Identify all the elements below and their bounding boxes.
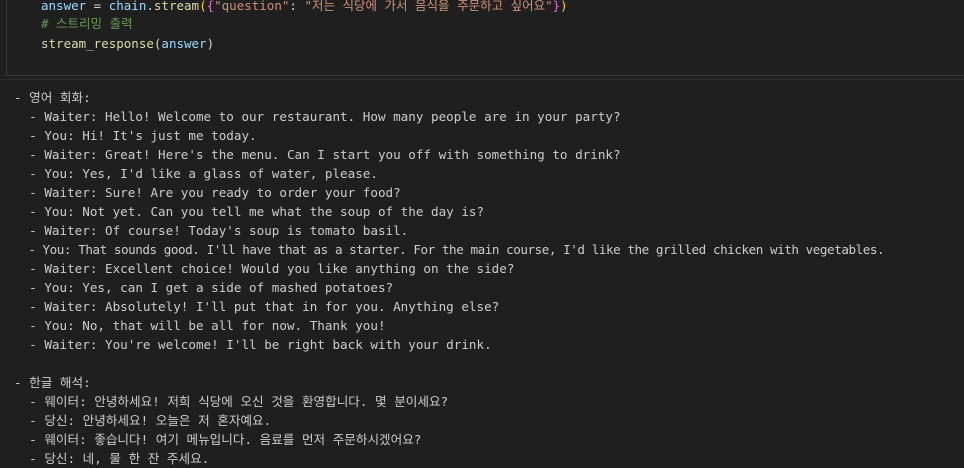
- code-token-object: chain: [108, 0, 147, 13]
- output-line: - You: No, that will be all for now. Tha…: [14, 318, 386, 333]
- output-line: - 웨이터: 좋습니다! 여기 메뉴입니다. 음료를 먼저 주문하시겠어요?: [14, 432, 422, 447]
- code-token-colon: :: [289, 0, 305, 13]
- output-line: - 당신: 안녕하세요! 오늘은 저 혼자예요.: [14, 413, 272, 428]
- output-line: - 당신: 네, 물 한 잔 주세요.: [14, 451, 210, 466]
- code-cell[interactable]: answer = chain.stream({"question": "저는 식…: [6, 0, 964, 76]
- output-line: - Waiter: Great! Here's the menu. Can I …: [14, 147, 621, 162]
- code-token-key: "question": [214, 0, 290, 13]
- code-comment: # 스트리밍 출력: [41, 16, 133, 31]
- code-token-paren: (: [199, 0, 207, 13]
- output-line: - Waiter: Of course! Today's soup is tom…: [14, 223, 409, 238]
- output-line: - You: Hi! It's just me today.: [14, 128, 257, 143]
- code-line-stream-call: answer = chain.stream({"question": "저는 식…: [41, 0, 568, 14]
- code-token-paren-close: ): [560, 0, 568, 13]
- output-line: - 웨이터: 안녕하세요! 저희 식당에 오신 것을 환영합니다. 몇 분이세요…: [14, 394, 449, 409]
- output-line: - You: That sounds good. I'll have that …: [14, 242, 885, 257]
- code-token-operator: =: [86, 0, 109, 13]
- code-token-dot: .: [146, 0, 154, 13]
- korean-section-header: - 한글 해석:: [14, 375, 91, 390]
- english-section-header: - 영어 회화:: [14, 90, 91, 105]
- code-token-argument: answer: [161, 36, 207, 51]
- code-line-stream-response: stream_response(answer): [41, 36, 214, 52]
- output-line: - Waiter: Absolutely! I'll put that in f…: [14, 299, 500, 314]
- cell-output: - 영어 회화: - Waiter: Hello! Welcome to our…: [0, 79, 964, 468]
- code-token-brace: {: [206, 0, 215, 13]
- output-line: - Waiter: You're welcome! I'll be right …: [14, 337, 492, 352]
- code-token-function: stream_response: [41, 36, 154, 51]
- code-token-variable: answer: [41, 0, 87, 13]
- output-line: - You: Yes, I'd like a glass of water, p…: [14, 166, 378, 181]
- code-token-method: stream: [153, 0, 200, 13]
- output-line: - Waiter: Hello! Welcome to our restaura…: [14, 109, 621, 124]
- output-line: - You: Yes, can I get a side of mashed p…: [14, 280, 394, 295]
- output-line: - You: Not yet. Can you tell me what the…: [14, 204, 485, 219]
- code-token-close-paren: ): [206, 36, 215, 51]
- code-token-string: "저는 식당에 가서 음식을 주문하고 싶어요": [304, 0, 553, 13]
- output-line: - Waiter: Sure! Are you ready to order y…: [14, 185, 401, 200]
- output-line: - Waiter: Excellent choice! Would you li…: [14, 261, 515, 276]
